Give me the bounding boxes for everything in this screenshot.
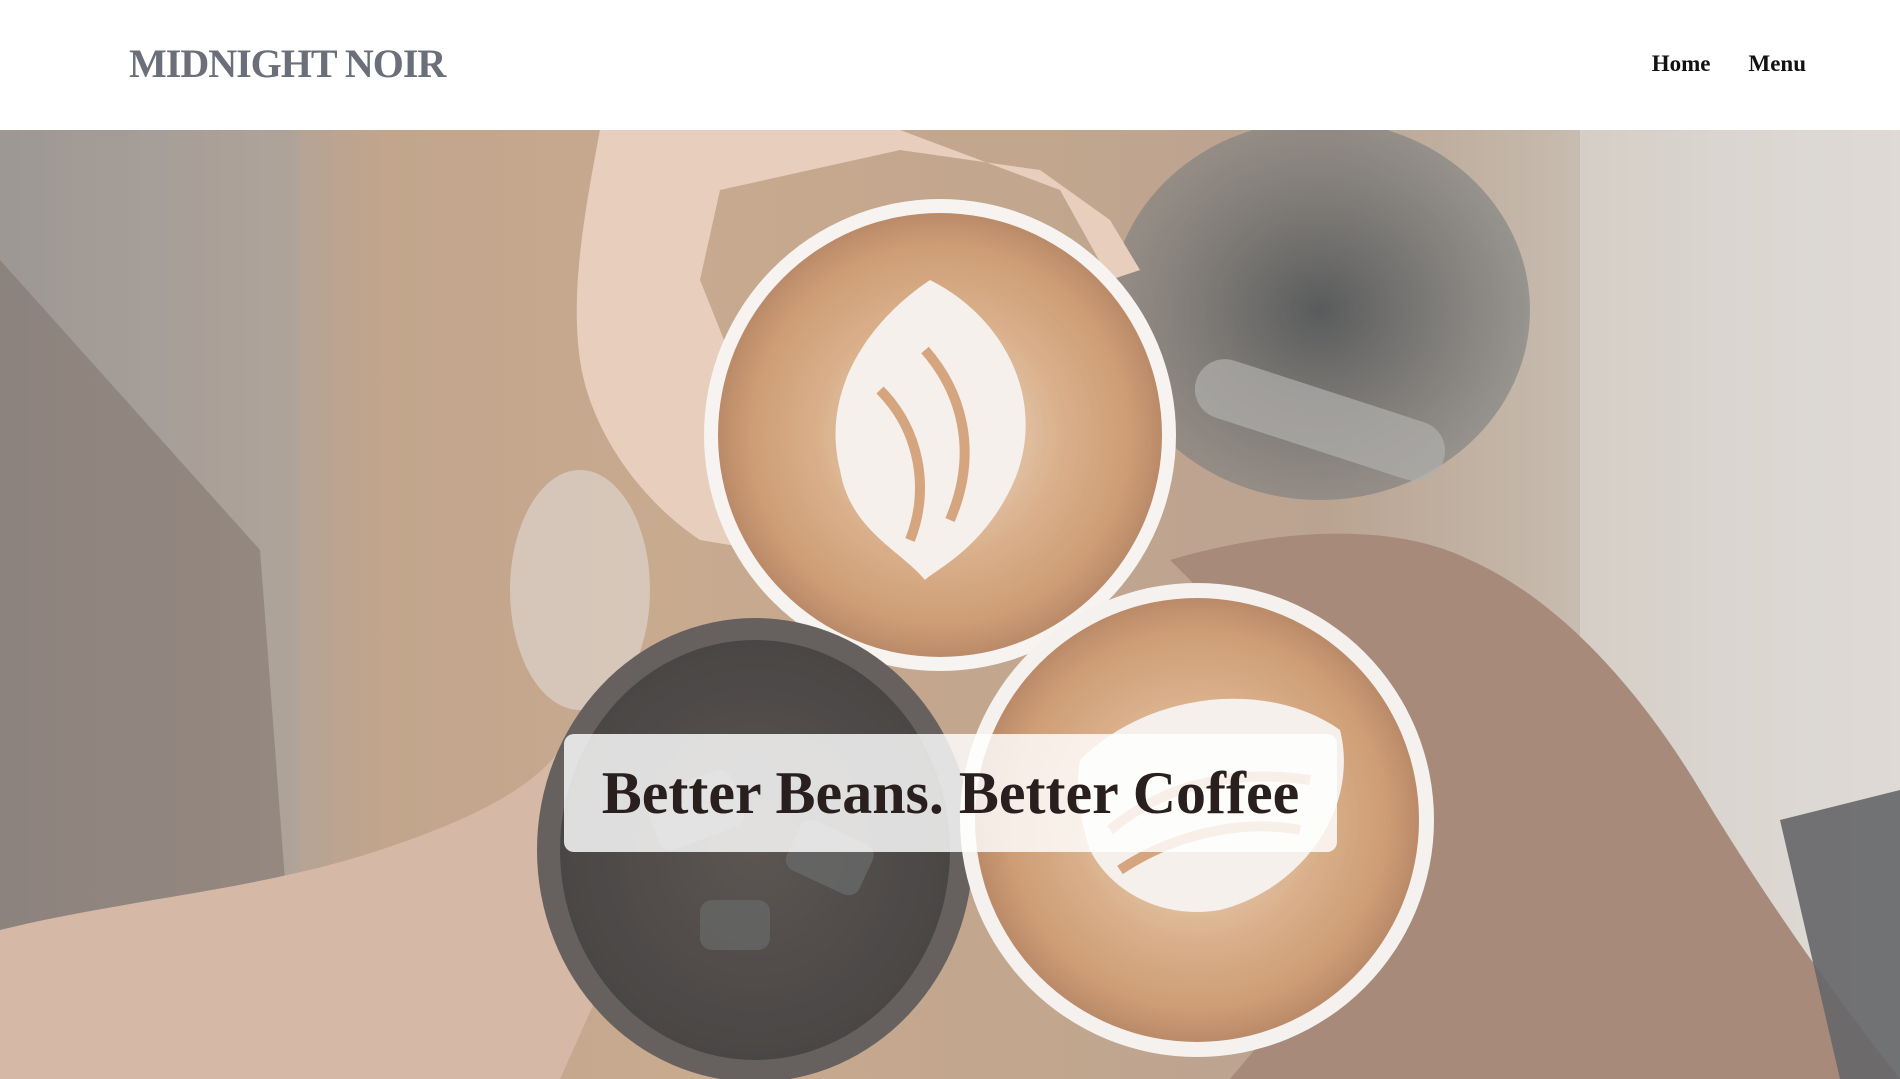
- nav-link-menu[interactable]: Menu: [1749, 50, 1807, 78]
- hero-overlay: [0, 130, 1900, 1079]
- site-header: MIDNIGHT NOIR Home Menu: [0, 0, 1900, 130]
- brand-logo[interactable]: MIDNIGHT NOIR: [129, 40, 446, 88]
- main-nav: Home Menu: [1652, 50, 1806, 78]
- page: MIDNIGHT NOIR Home Menu Better Beans. Be…: [0, 0, 1900, 1079]
- hero-section: Better Beans. Better Coffee: [0, 130, 1900, 1079]
- nav-link-home[interactable]: Home: [1652, 50, 1711, 78]
- headline-box: Better Beans. Better Coffee: [564, 734, 1337, 852]
- hero-headline: Better Beans. Better Coffee: [601, 760, 1300, 826]
